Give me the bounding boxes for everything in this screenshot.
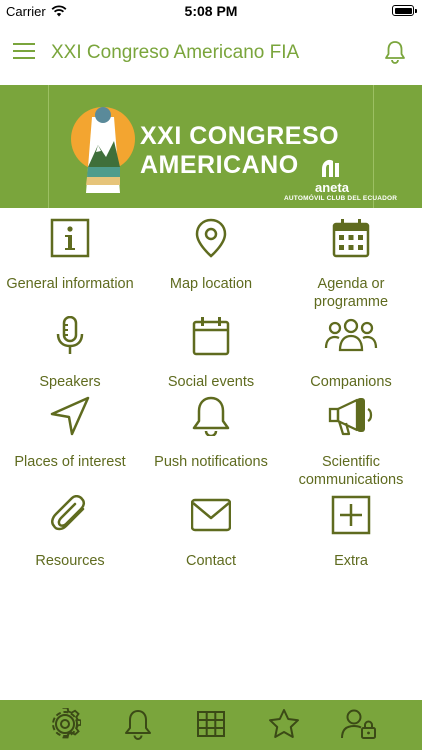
page-title: XXI Congreso Americano FIA [51, 42, 300, 63]
tab-grid-icon[interactable] [195, 708, 227, 740]
event-banner: XXI CONGRESO AMERICANO aneta AUTOMÓVIL C… [0, 85, 422, 208]
navigation-bar: XXI Congreso Americano FIA [0, 22, 422, 85]
menu-item-label: Speakers [39, 374, 101, 390]
megaphone-icon [328, 398, 373, 436]
brand-subtitle: AUTOMÓVIL CLUB DEL ECUADOR [284, 195, 398, 202]
paperclip-icon [51, 495, 86, 531]
banner-title-line1: XXI CONGRESO [140, 122, 340, 150]
menu-item-label: Contact [186, 553, 236, 569]
hamburger-menu-icon[interactable] [13, 42, 35, 60]
plus-square-icon [331, 495, 371, 535]
tab-bell-icon[interactable] [122, 708, 154, 740]
menu-item-label: Scientific communications [298, 454, 404, 488]
menu-item-label: Social events [167, 374, 255, 390]
congress-logo [71, 107, 135, 193]
notifications-bell-icon[interactable] [384, 40, 406, 64]
menu-item-label: Agenda or programme [313, 276, 389, 310]
tab-user-lock-icon[interactable] [341, 708, 377, 740]
calendar-grid-icon [332, 219, 370, 258]
menu-item-label: General information [6, 276, 134, 292]
battery-icon [392, 5, 417, 16]
envelope-icon [191, 498, 231, 532]
menu-item-label: Push notifications [154, 454, 268, 470]
clock: 5:08 PM [184, 3, 238, 19]
microphone-icon [56, 316, 84, 354]
menu-item-label: Places of interest [14, 454, 126, 470]
status-bar: Carrier 5:08 PM [0, 0, 422, 22]
calendar-icon [192, 317, 230, 356]
navigation-arrow-icon [50, 396, 90, 436]
bottom-tab-bar [0, 700, 422, 750]
menu-item-label: Companions [310, 374, 392, 390]
info-icon [50, 218, 90, 258]
map-pin-icon [195, 218, 227, 258]
people-icon [324, 318, 378, 352]
bell-icon [192, 396, 230, 436]
settings-gear-icon[interactable] [49, 708, 81, 740]
menu-item-label: Map location [169, 276, 253, 292]
menu-item-label: Extra [334, 553, 368, 569]
brand-name: aneta [315, 180, 349, 195]
menu-item-label: Resources [35, 553, 105, 569]
tab-star-icon[interactable] [268, 708, 300, 740]
banner-title-line2: AMERICANO [140, 151, 299, 179]
aneta-logo-mark [322, 159, 339, 177]
